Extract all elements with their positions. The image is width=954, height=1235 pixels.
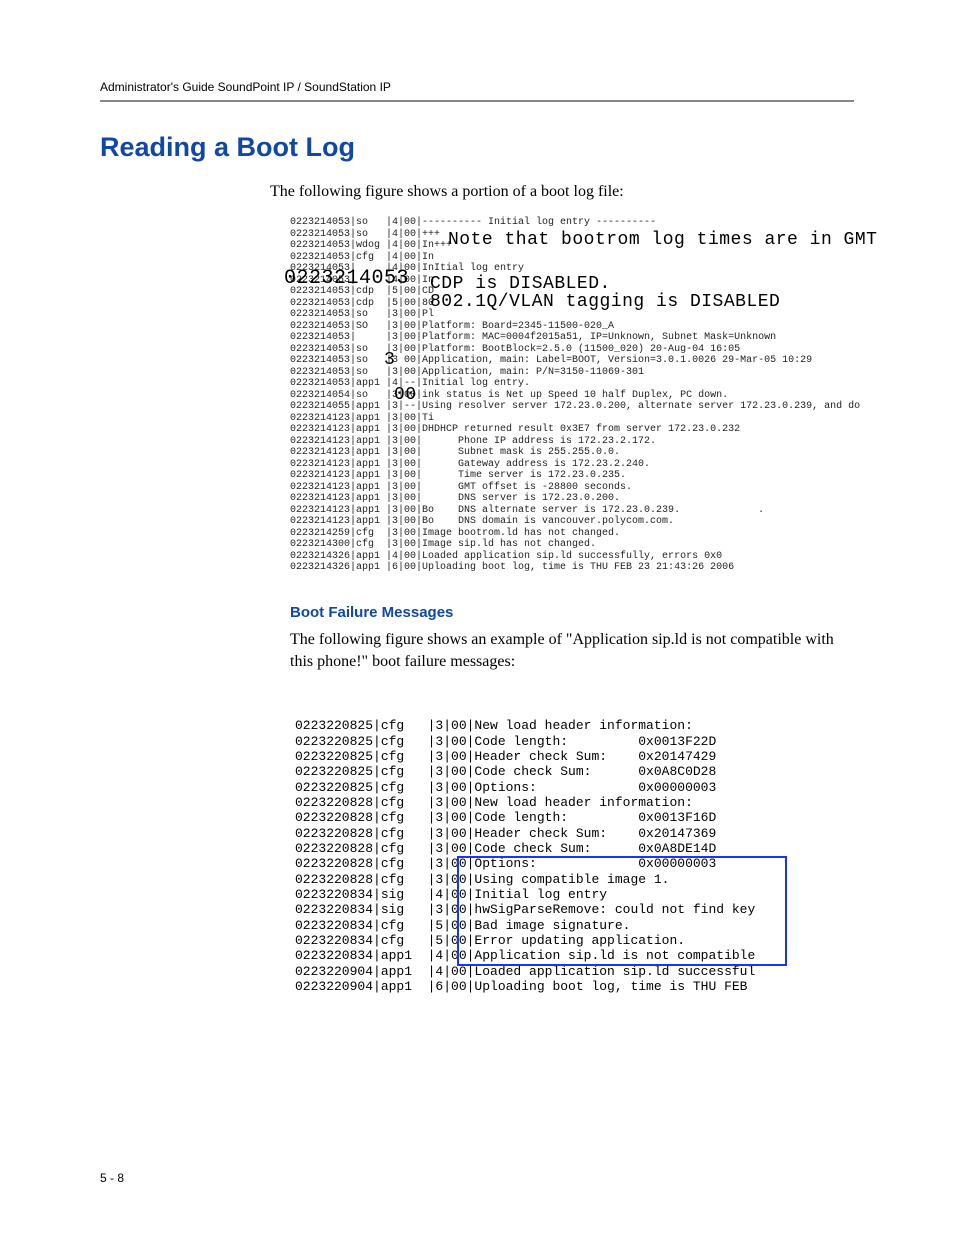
fail-intro-paragraph: The following figure shows an example of…: [290, 629, 854, 674]
overlay-note: Note that bootrom log times are in GMT: [448, 230, 877, 250]
overlay-cdp: CDP is DISABLED.: [430, 274, 611, 294]
intro-paragraph: The following figure shows a portion of …: [270, 181, 854, 203]
running-header: Administrator's Guide SoundPoint IP / So…: [100, 80, 854, 102]
page-number: 5 - 8: [100, 1171, 124, 1185]
fail-log-text: 0223220825|cfg |3|00|New load header inf…: [295, 718, 854, 994]
subsection-title: Boot Failure Messages: [290, 604, 854, 621]
overlay-vlan: 802.1Q/VLAN tagging is DISABLED: [430, 292, 780, 312]
overlay-timestamp: 0223214053: [284, 267, 409, 290]
boot-log-figure: 0223214053|so |4|00|---------- Initial l…: [290, 217, 850, 574]
section-title: Reading a Boot Log: [100, 132, 854, 163]
overlay-three: 3: [384, 350, 395, 370]
overlay-oo: 00: [394, 385, 417, 405]
fail-log-figure: 0223220825|cfg |3|00|New load header inf…: [295, 688, 854, 1041]
